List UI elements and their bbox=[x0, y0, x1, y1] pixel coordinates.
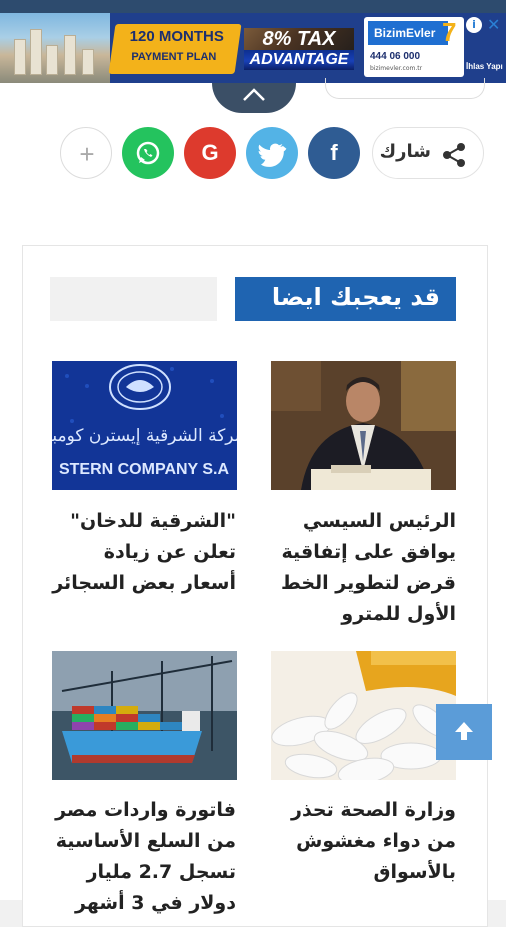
ad-brand-logo: BizimEvler bbox=[368, 21, 448, 45]
ad-tax-line1: 8% TAX bbox=[244, 28, 354, 50]
scroll-to-top-button[interactable] bbox=[436, 704, 492, 760]
article-thumbnail-eastern-company[interactable]: الشركة الشرقية إيسترن كومباني STERN COMP… bbox=[52, 361, 237, 490]
ad-tax-line2: ADVANTAGE bbox=[244, 50, 354, 70]
container-ship-photo bbox=[52, 651, 237, 780]
share-label: شارك bbox=[379, 141, 431, 162]
eastern-company-arabic-text: الشركة الشرقية إيسترن كومباني bbox=[52, 426, 237, 446]
google-icon: G bbox=[201, 140, 219, 165]
ad-url: bizimevler.com.tr bbox=[370, 65, 423, 72]
chevron-up-icon bbox=[243, 88, 265, 101]
president-photo bbox=[271, 361, 456, 490]
facebook-icon: f bbox=[330, 140, 338, 165]
share-icon bbox=[443, 143, 465, 167]
ad-city-photo bbox=[0, 13, 110, 83]
plus-icon: + bbox=[79, 139, 95, 169]
related-header-bar bbox=[50, 277, 217, 321]
twitter-icon bbox=[258, 143, 287, 167]
ad-building bbox=[64, 35, 76, 75]
ad-tax-text: 8% TAX ADVANTAGE bbox=[244, 28, 354, 70]
pills-photo bbox=[271, 651, 456, 780]
ad-banner[interactable]: 120 MONTHS PAYMENT PLAN 8% TAX ADVANTAGE… bbox=[0, 13, 506, 83]
ad-info-icon[interactable]: i bbox=[466, 17, 482, 33]
ad-phone: 444 06 000 bbox=[370, 51, 421, 62]
article-caption-4[interactable]: فاتورة واردات مصر من السلع الأساسية تسجل… bbox=[44, 795, 236, 919]
article-caption-1[interactable]: الرئيس السيسي يوافق على إتفاقية قرض لتطو… bbox=[264, 506, 456, 630]
whatsapp-icon bbox=[136, 141, 160, 165]
related-title-text: قد يعجبك ايضا bbox=[271, 283, 440, 311]
eastern-company-english-text: STERN COMPANY S.A bbox=[59, 461, 230, 478]
ad-collapse-button[interactable] bbox=[212, 83, 296, 113]
ad-brand-number: 7 bbox=[442, 17, 457, 47]
article-caption-3[interactable]: وزارة الصحة تحذر من دواء مغشوش بالأسواق bbox=[264, 795, 456, 888]
ad-payment-badge: 120 MONTHS PAYMENT PLAN bbox=[108, 24, 242, 74]
related-title: قد يعجبك ايضا bbox=[235, 277, 456, 321]
ad-brand-panel: BizimEvler 7 444 06 000 bizimevler.com.t… bbox=[364, 17, 464, 77]
ad-developer-logo: İhlas Yapı bbox=[466, 62, 503, 71]
facebook-share-button[interactable]: f bbox=[308, 127, 360, 179]
ad-top-strip bbox=[0, 0, 506, 13]
share-button[interactable]: شارك bbox=[372, 127, 484, 179]
ad-building bbox=[46, 45, 58, 75]
search-field-stub[interactable] bbox=[325, 78, 485, 99]
google-share-button[interactable]: G bbox=[184, 127, 236, 179]
article-thumbnail-president[interactable] bbox=[271, 361, 456, 490]
ad-badge-line1: 120 MONTHS bbox=[129, 28, 224, 45]
whatsapp-share-button[interactable] bbox=[122, 127, 174, 179]
arrow-up-icon bbox=[455, 722, 473, 740]
ad-building bbox=[30, 29, 42, 75]
twitter-share-button[interactable] bbox=[246, 127, 298, 179]
ad-badge-line2: PAYMENT PLAN bbox=[131, 51, 217, 63]
page: 120 MONTHS PAYMENT PLAN 8% TAX ADVANTAGE… bbox=[0, 0, 506, 927]
ad-building bbox=[82, 49, 94, 75]
eastern-company-logo-image: الشركة الشرقية إيسترن كومباني STERN COMP… bbox=[52, 361, 237, 490]
ad-building bbox=[14, 39, 26, 75]
ad-close-icon[interactable]: ✕ bbox=[487, 15, 500, 34]
more-share-button[interactable]: + bbox=[60, 127, 112, 179]
article-thumbnail-container-ship[interactable] bbox=[52, 651, 237, 780]
article-thumbnail-pills[interactable] bbox=[271, 651, 456, 780]
article-caption-2[interactable]: "الشرقية للدخان" تعلن عن زيادة أسعار بعض… bbox=[44, 506, 236, 599]
